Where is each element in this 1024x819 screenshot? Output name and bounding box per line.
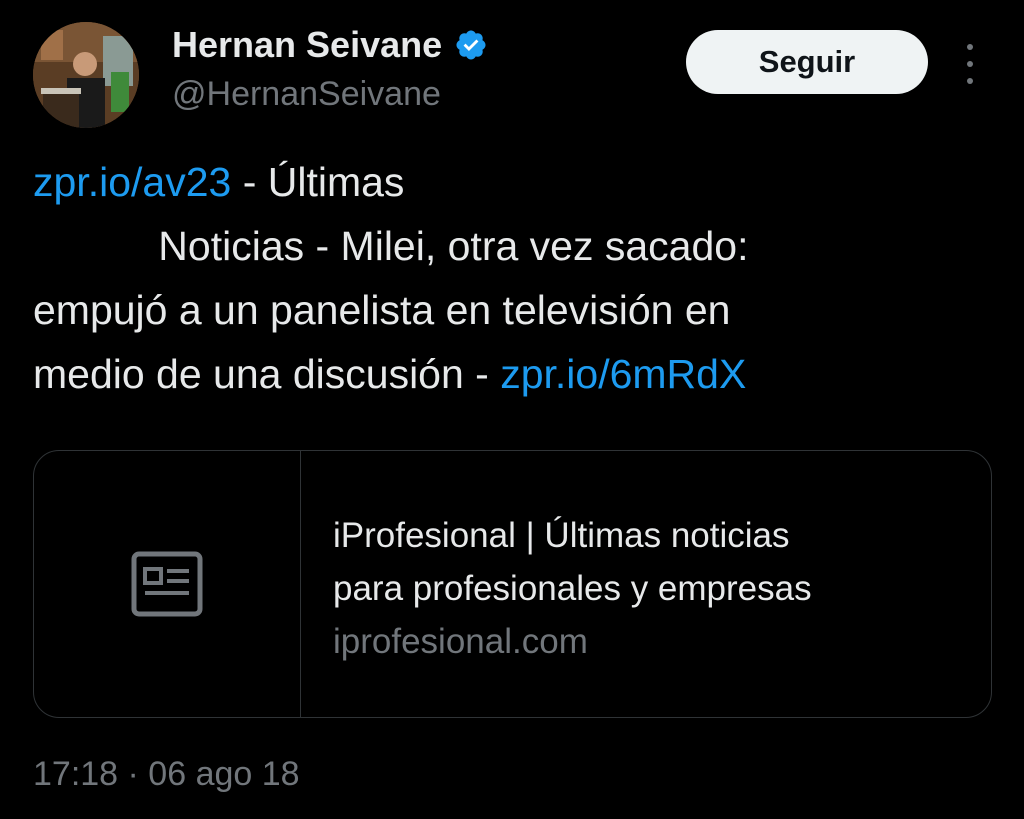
display-name[interactable]: Hernan Seivane	[172, 24, 488, 66]
tweet-line-text: - Últimas	[231, 159, 405, 205]
dot	[967, 78, 973, 84]
tweet-line: empujó a un panelista en televisión en	[33, 287, 731, 333]
card-body: iProfesional | Últimas noticias para pro…	[301, 451, 812, 717]
tweet-link-short[interactable]: zpr.io/av23	[33, 159, 231, 205]
tweet-timestamp[interactable]: 17:18 · 06 ago 18	[33, 755, 300, 794]
profile-photo	[33, 22, 139, 128]
display-name-text[interactable]: Hernan Seivane	[172, 24, 442, 66]
tweet-link-article[interactable]: zpr.io/6mRdX	[500, 351, 746, 397]
dot	[967, 44, 973, 50]
more-vertical-icon[interactable]	[960, 44, 980, 84]
card-title-line: para profesionales y empresas	[333, 569, 812, 608]
avatar[interactable]	[33, 22, 139, 128]
dot	[967, 61, 973, 67]
follow-button[interactable]: Seguir	[686, 30, 928, 94]
newspaper-icon	[131, 551, 203, 617]
card-thumbnail	[34, 451, 301, 717]
tweet-line: Noticias - Milei, otra vez sacado:	[33, 223, 749, 269]
card-title-line: iProfesional | Últimas noticias	[333, 516, 790, 555]
tweet-line: zpr.io/av23 - Últimas	[33, 150, 993, 214]
verified-badge-icon	[454, 28, 488, 62]
card-domain: iprofesional.com	[333, 622, 588, 661]
tweet-line-text: medio de una discusión -	[33, 351, 501, 397]
tweet-line: medio de una discusión - zpr.io/6mRdX	[33, 342, 993, 406]
tweet-text: zpr.io/av23 - Últimas Noticias - Milei, …	[33, 150, 993, 406]
user-handle[interactable]: @HernanSeivane	[172, 75, 441, 114]
link-preview-card[interactable]: iProfesional | Últimas noticias para pro…	[33, 450, 992, 718]
